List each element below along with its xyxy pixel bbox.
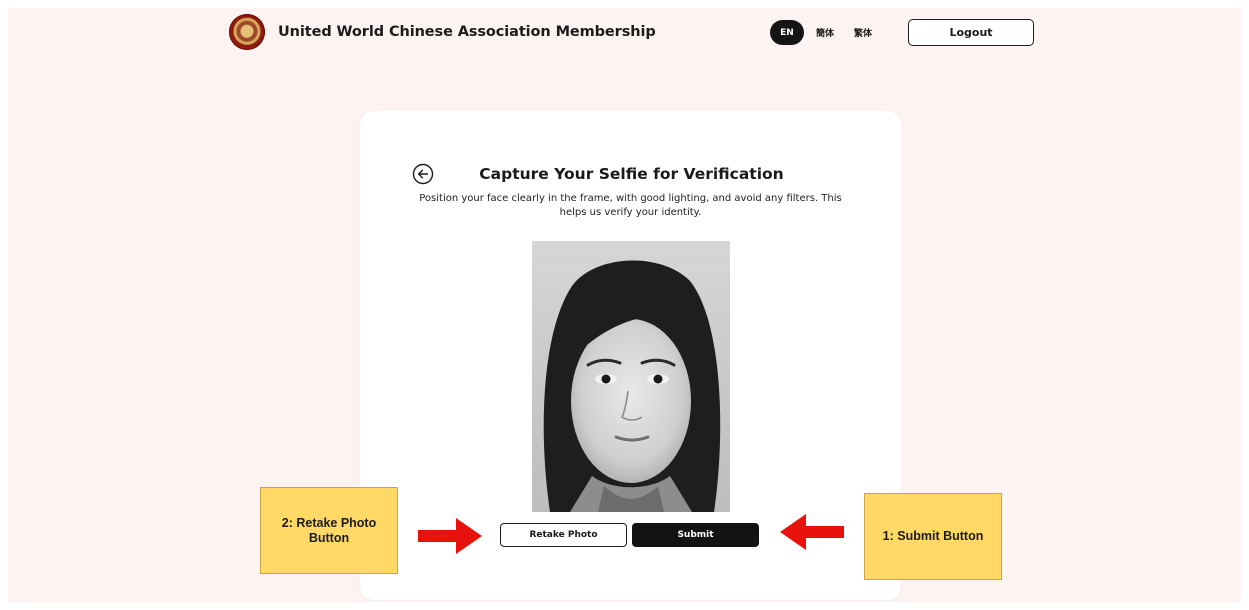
- language-switcher: EN 簡体 繁体: [770, 20, 880, 45]
- portrait-image: [532, 241, 730, 512]
- header: United World Chinese Association Members…: [8, 8, 1241, 58]
- arrow-right-icon: [418, 518, 482, 554]
- lang-traditional-button[interactable]: 繁体: [846, 20, 880, 45]
- app-frame: United World Chinese Association Members…: [8, 8, 1241, 602]
- submit-annotation-note: 1: Submit Button: [864, 493, 1002, 580]
- selfie-photo: [532, 241, 730, 512]
- lang-simplified-button[interactable]: 簡体: [808, 20, 842, 45]
- page-title: Capture Your Selfie for Verification: [479, 165, 784, 183]
- page-subtitle: Position your face clearly in the frame,…: [419, 193, 842, 218]
- app-title: United World Chinese Association Members…: [278, 24, 656, 40]
- retake-photo-button[interactable]: Retake Photo: [500, 523, 627, 547]
- submit-button[interactable]: Submit: [632, 523, 759, 547]
- retake-annotation-note: 2: Retake Photo Button: [260, 487, 398, 574]
- association-logo[interactable]: [229, 14, 265, 50]
- arrow-left-icon: [780, 514, 844, 550]
- logout-button[interactable]: Logout: [908, 19, 1034, 46]
- lang-en-button[interactable]: EN: [770, 20, 804, 45]
